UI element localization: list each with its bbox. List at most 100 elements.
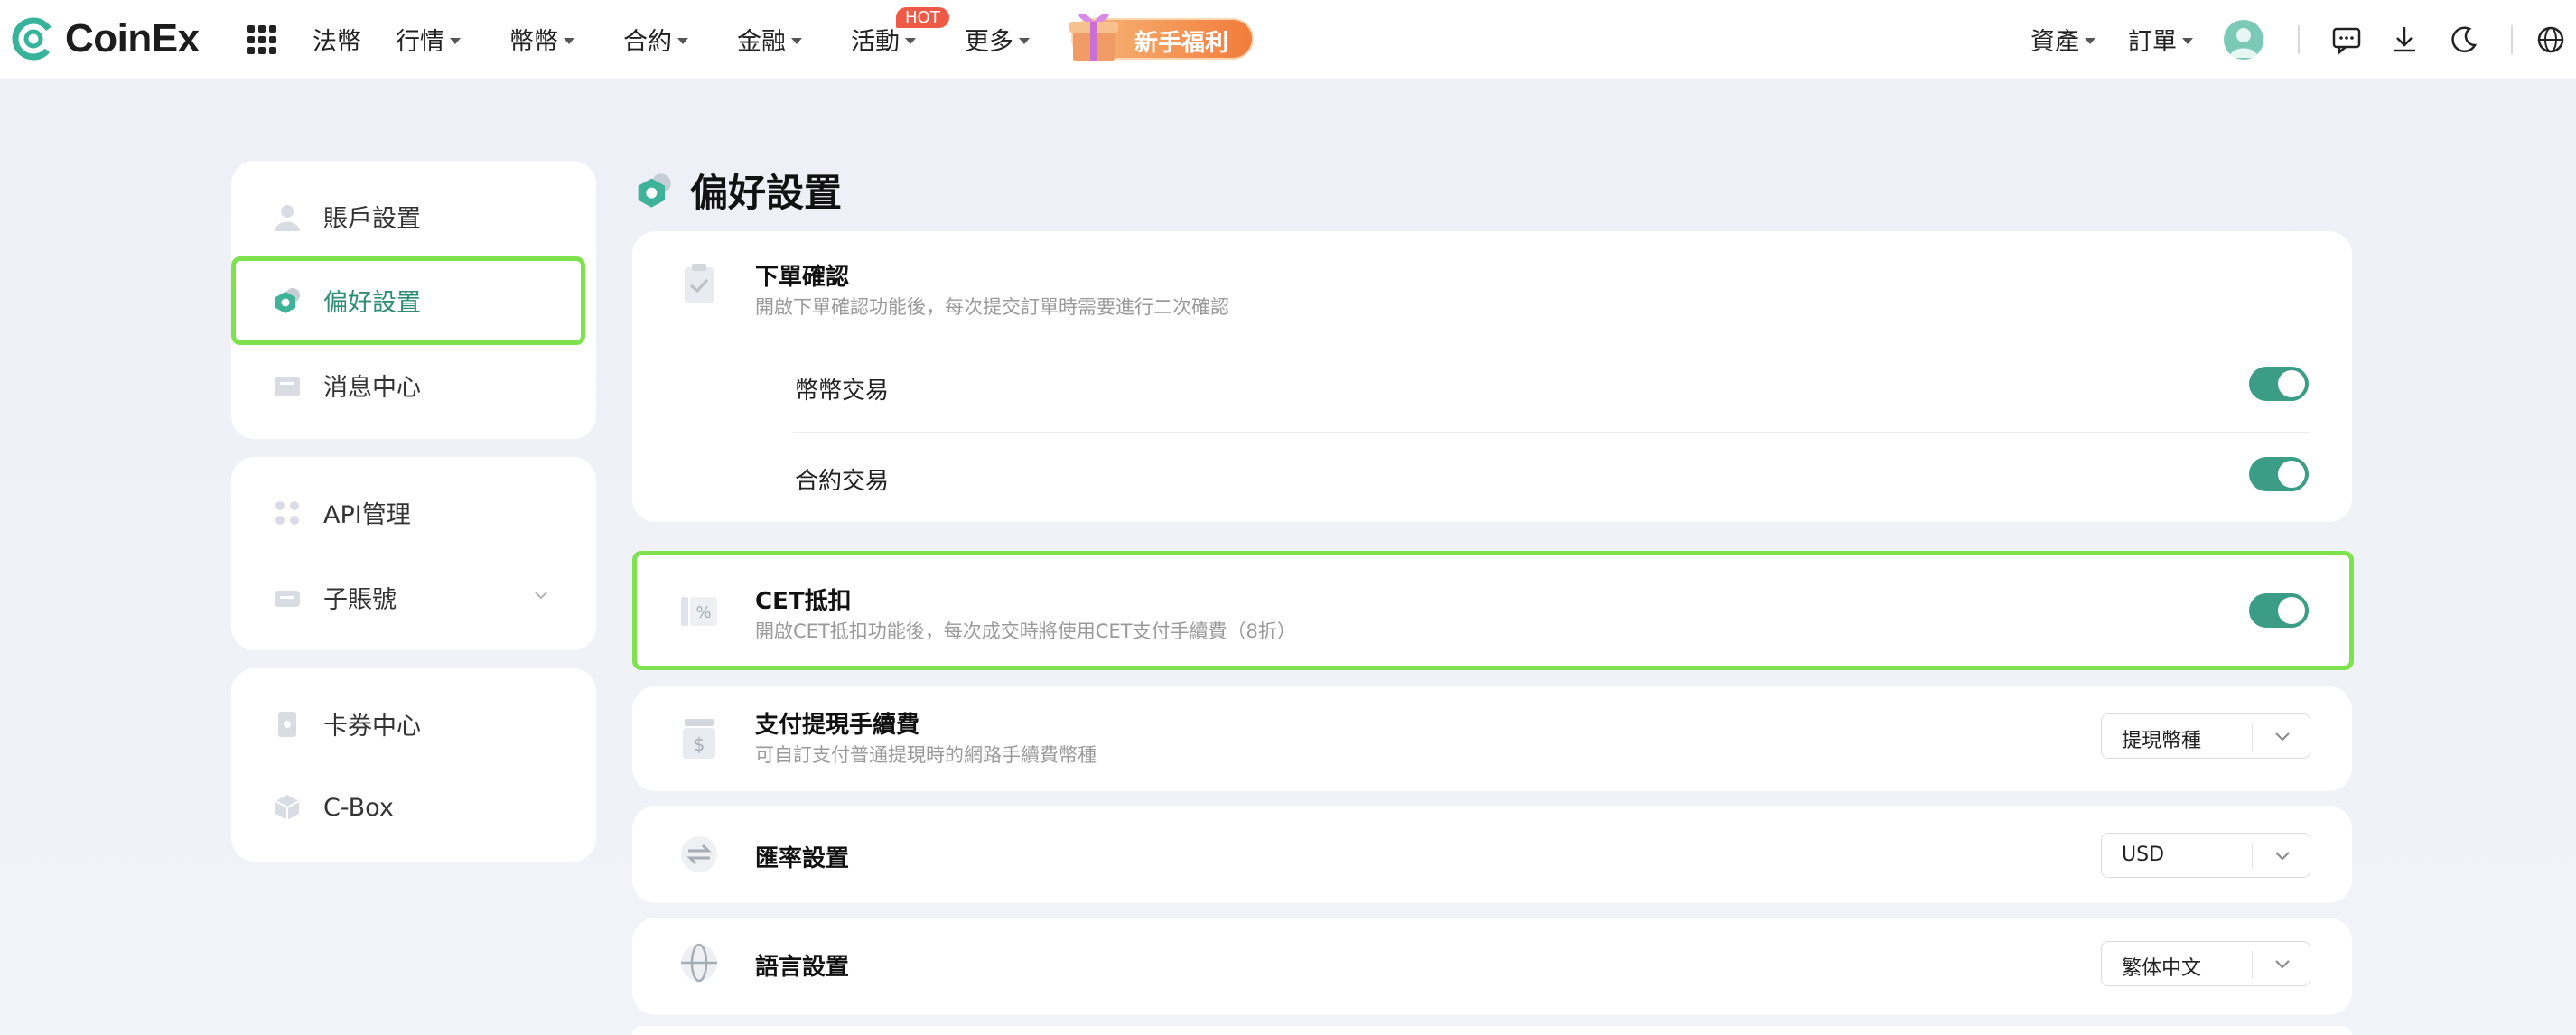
nav-finance-label: 金融 xyxy=(737,28,786,56)
cet-deduction-card: % CET抵扣 開啟CET抵扣功能後，每次成交時將使用CET支付手續費（8折） xyxy=(632,551,2354,670)
coinex-logo-icon xyxy=(12,17,55,61)
spot-trading-toggle[interactable] xyxy=(2249,367,2309,401)
order-confirm-title: 下單確認 xyxy=(755,264,850,291)
nav-spot[interactable]: 幣幣 xyxy=(509,22,574,57)
gift-icon xyxy=(1069,13,1118,61)
sidebar-item-label: 賬戶設置 xyxy=(323,205,421,233)
currency-card: 匯率設置 USD xyxy=(632,806,2352,903)
sidebar-item-cbox[interactable]: C-Box xyxy=(271,791,394,824)
order-confirm-card: 下單確認 開啟下單確認功能後，每次提交訂單時需要進行二次確認 幣幣交易 合約交易 xyxy=(632,231,2352,522)
spot-trading-label: 幣幣交易 xyxy=(795,378,890,405)
nav-futures-label: 合約 xyxy=(623,28,672,56)
preferences-icon xyxy=(275,287,300,313)
chat-icon[interactable] xyxy=(2330,23,2363,56)
promo-label: 新手福利 xyxy=(1134,30,1229,57)
withdraw-fee-title: 支付提現手續費 xyxy=(755,712,920,739)
sub-account-icon xyxy=(275,590,300,607)
sidebar-item-label: API管理 xyxy=(323,501,411,529)
moon-icon[interactable] xyxy=(2448,23,2480,56)
svg-text:%: % xyxy=(695,603,711,622)
nav-orders[interactable]: 訂單 xyxy=(2128,22,2193,57)
toggle-knob xyxy=(2278,597,2305,624)
top-navigation-bar: CoinEx 法幣 行情 幣幣 合約 金融 活動 HOT 更多 新手福利 資產 … xyxy=(0,0,2576,79)
preferences-icon xyxy=(638,172,671,208)
chevron-down-icon xyxy=(2275,852,2290,861)
withdraw-fee-select[interactable]: 提現幣種 xyxy=(2101,713,2310,759)
sidebar-item-sub-account[interactable]: 子賬號 xyxy=(271,580,397,615)
discount-icon: % xyxy=(681,597,717,626)
page-title: 偏好設置 xyxy=(690,171,843,215)
select-separator xyxy=(2252,951,2253,978)
chevron-down-icon xyxy=(2182,37,2193,44)
nav-divider xyxy=(2298,25,2300,54)
sidebar-item-account-settings[interactable]: 賬戶設置 xyxy=(271,199,421,234)
futures-trading-label: 合約交易 xyxy=(795,468,890,495)
order-confirm-desc: 開啟下單確認功能後，每次提交訂單時需要進行二次確認 xyxy=(755,296,1229,318)
currency-title: 匯率設置 xyxy=(755,845,850,872)
nav-spot-label: 幣幣 xyxy=(509,28,558,56)
chevron-down-icon xyxy=(905,37,916,44)
user-avatar-icon xyxy=(2229,28,2258,58)
select-value: USD xyxy=(2122,844,2165,866)
select-separator xyxy=(2252,843,2253,870)
globe-icon xyxy=(681,943,717,983)
sidebar-item-label: C-Box xyxy=(323,793,394,822)
chevron-down-icon xyxy=(564,37,574,44)
select-separator xyxy=(2252,723,2253,751)
globe-icon[interactable] xyxy=(2534,23,2567,56)
svg-text:$: $ xyxy=(694,733,705,755)
chevron-down-icon xyxy=(677,37,688,44)
chevron-down-icon[interactable] xyxy=(531,585,551,605)
nav-more-label: 更多 xyxy=(965,28,1013,56)
avatar[interactable] xyxy=(2224,20,2263,60)
chevron-down-icon xyxy=(450,37,461,44)
chevron-down-icon xyxy=(2275,732,2290,741)
currency-select[interactable]: USD xyxy=(2101,833,2310,878)
sidebar-group-rewards xyxy=(231,668,596,862)
nav-activities-label: 活動 xyxy=(851,28,900,56)
cet-deduction-toggle[interactable] xyxy=(2249,593,2309,628)
nav-assets[interactable]: 資產 xyxy=(2030,22,2095,57)
nav-markets-label: 行情 xyxy=(396,28,444,56)
language-title: 語言設置 xyxy=(755,954,850,981)
sidebar-item-preferences[interactable]: 偏好設置 xyxy=(271,283,421,318)
sidebar-item-label: 消息中心 xyxy=(323,374,421,402)
chevron-down-icon xyxy=(1019,37,1030,44)
withdraw-fee-card: $ 支付提現手續費 可自訂支付普通提現時的網路手續費幣種 提現幣種 xyxy=(632,686,2352,791)
sidebar-item-message-center[interactable]: 消息中心 xyxy=(271,368,421,403)
sidebar-item-label: 偏好設置 xyxy=(323,289,421,317)
sidebar-group-api xyxy=(231,457,596,650)
nav-orders-label: 訂單 xyxy=(2128,28,2177,56)
toggle-knob xyxy=(2278,461,2305,488)
nav-markets[interactable]: 行情 xyxy=(396,22,461,57)
toggle-knob xyxy=(2278,370,2305,397)
language-select[interactable]: 繁体中文 xyxy=(2101,941,2310,986)
apps-grid-icon[interactable] xyxy=(247,25,276,54)
sidebar-item-coupon-center[interactable]: 卡券中心 xyxy=(271,706,421,741)
sidebar-item-api[interactable]: API管理 xyxy=(271,495,411,530)
chevron-down-icon xyxy=(791,37,802,44)
cbox-icon xyxy=(275,795,300,820)
nav-finance[interactable]: 金融 xyxy=(737,22,802,57)
download-icon[interactable] xyxy=(2388,23,2421,56)
nav-futures[interactable]: 合約 xyxy=(623,22,688,57)
next-settings-card xyxy=(632,1026,2352,1035)
wallet-fee-icon: $ xyxy=(683,719,715,759)
row-divider xyxy=(793,432,2310,433)
nav-fiat[interactable]: 法幣 xyxy=(313,22,361,57)
chevron-down-icon xyxy=(2275,960,2290,969)
withdraw-fee-desc: 可自訂支付普通提現時的網路手續費幣種 xyxy=(755,744,1097,766)
brand-name: CoinEx xyxy=(65,16,200,61)
nav-more[interactable]: 更多 xyxy=(965,22,1030,57)
coinex-logo[interactable]: CoinEx xyxy=(11,16,200,61)
exchange-icon xyxy=(681,836,717,872)
nav-fiat-label: 法幣 xyxy=(313,28,361,56)
chevron-down-icon xyxy=(2085,37,2095,44)
hot-badge: HOT xyxy=(896,7,949,28)
futures-trading-toggle[interactable] xyxy=(2249,457,2309,491)
sidebar-item-label: 卡券中心 xyxy=(323,713,421,741)
message-icon xyxy=(275,376,300,396)
coupon-icon xyxy=(278,711,296,737)
cet-desc: 開啟CET抵扣功能後，每次成交時將使用CET支付手續費（8折） xyxy=(755,620,1296,642)
nav-assets-label: 資產 xyxy=(2030,28,2079,56)
